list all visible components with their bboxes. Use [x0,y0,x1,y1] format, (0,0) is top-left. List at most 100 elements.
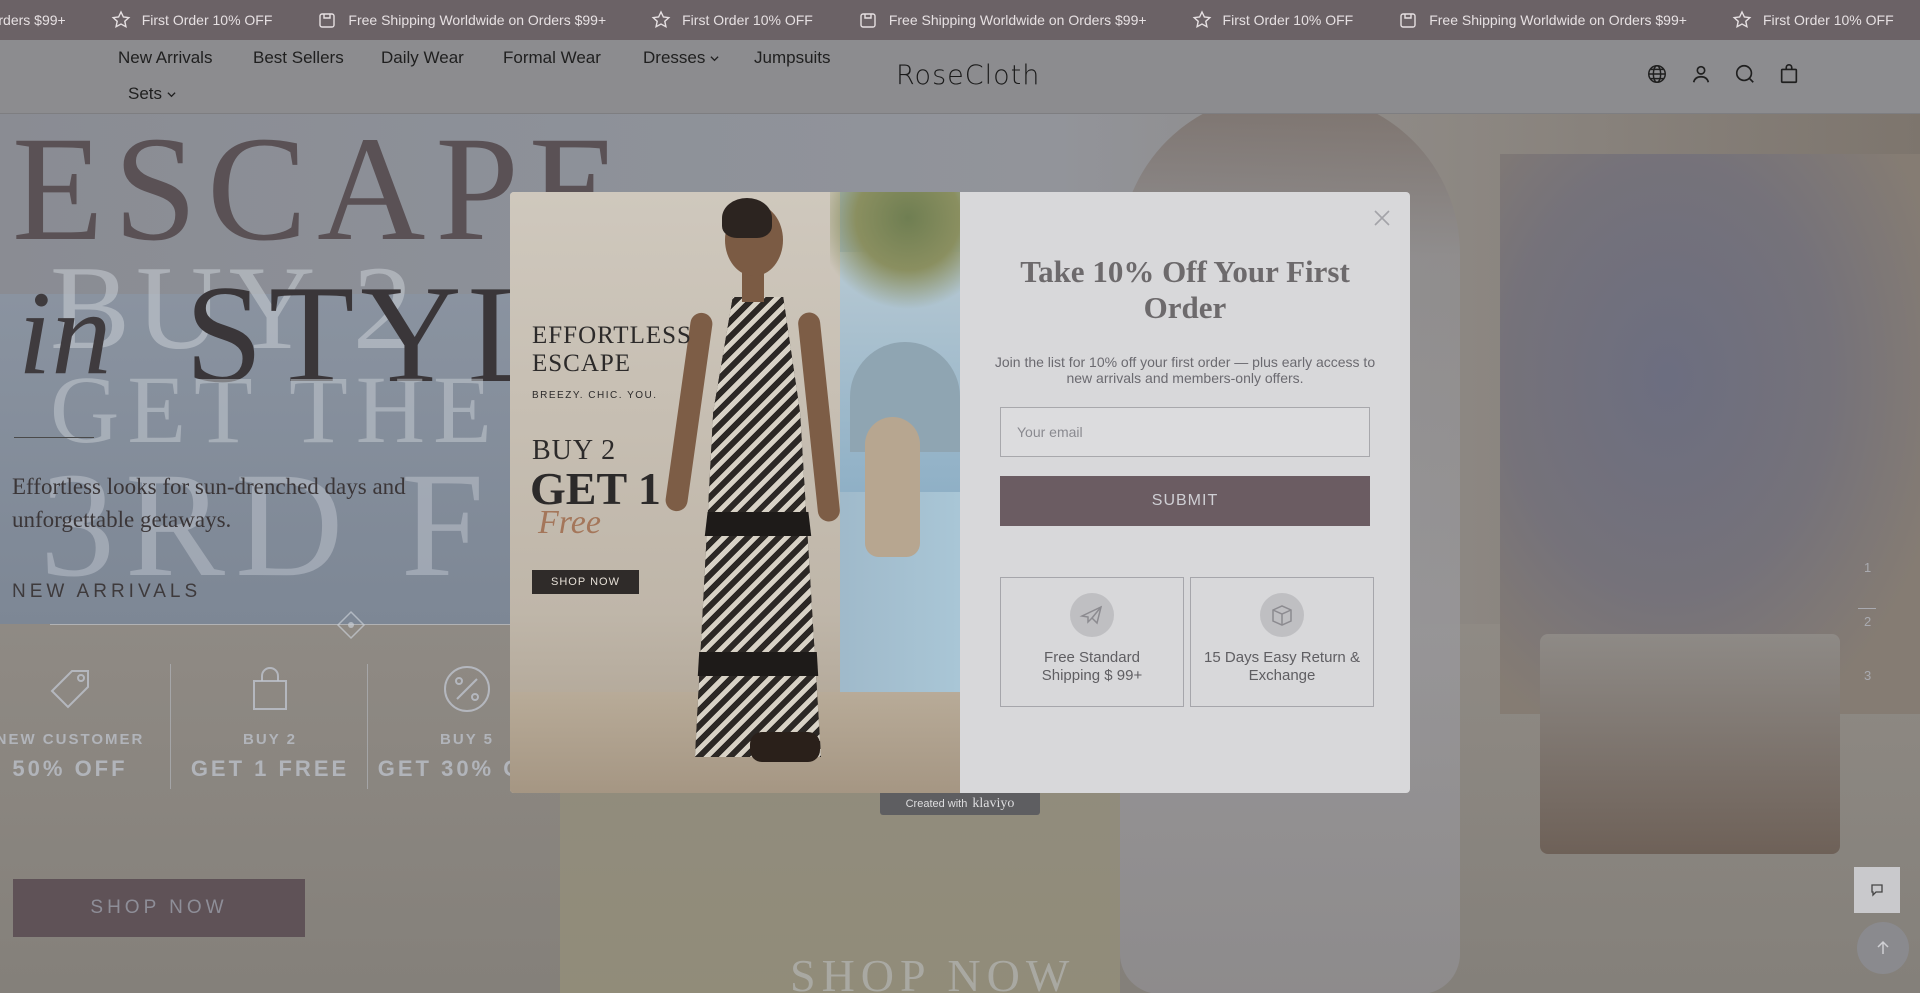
shopping-bag-icon [175,659,365,719]
nav-sets[interactable]: Sets [128,84,176,104]
hero-lounge-chair [1540,634,1840,854]
hero-shop-now-button[interactable]: SHOP NOW [13,879,305,937]
account-icon[interactable] [1689,62,1713,86]
nav-label: Daily Wear [381,48,464,67]
chevron-down-icon [167,91,176,97]
popup-image-tagline: BREEZY. CHIC. YOU. [532,390,658,401]
announcement-text: First Order 10% OFF [682,12,813,28]
announcement-item: First Order 10% OFF [1191,9,1398,31]
signup-popup: EFFORTLESS ESCAPE BREEZY. CHIC. YOU. BUY… [510,192,1410,793]
announcement-text: Free Shipping Worldwide on Orders $99+ [888,12,1147,28]
announcement-text: First Order 10% OFF [1222,12,1354,28]
popup-image-free: Free [538,504,601,541]
announcement-text: First Order 10% OFF [1762,12,1894,28]
header-icons [1645,62,1821,86]
site-header: New Arrivals Best Sellers Daily Wear For… [0,40,1920,114]
star-icon [650,9,672,31]
chat-bubble-icon [1871,884,1883,897]
close-icon[interactable] [1368,204,1396,232]
promo-new-customer: NEW CUSTOMER 50% OFF [0,659,165,782]
hero-shop-now-secondary: SHOP NOW [790,950,1076,993]
nav-daily-wear[interactable]: Daily Wear [381,48,464,68]
nav-label: Formal Wear [503,48,601,67]
box-icon [857,9,879,31]
promo-buy-2: BUY 2 GET 1 FREE [175,659,365,782]
nav-label: Best Sellers [253,48,344,67]
popup-image-shop-now-button[interactable]: SHOP NOW [532,570,639,594]
arrow-up-icon [1877,940,1889,954]
announcement-item: Free Shipping Worldwide on Orders $99+ [0,9,110,31]
back-to-top-button[interactable] [1857,922,1909,974]
hero-divider [50,624,520,625]
announcement-item: First Order 10% OFF [110,9,317,31]
hero-rocks [1500,154,1920,714]
announcement-item: Free Shipping Worldwide on Orders $99+ [1397,9,1731,31]
promo-line1: BUY 2 [243,731,297,748]
slide-dot-2[interactable]: 2 [1864,614,1871,668]
nav-dresses[interactable]: Dresses [643,48,719,68]
promo-line2: 50% OFF [12,756,128,781]
hero-new-arrivals-label: NEW ARRIVALS [12,581,202,602]
site-logo[interactable]: RoseCloth [896,60,1040,91]
slide-active-indicator [1858,608,1876,609]
star-icon [110,9,132,31]
announcement-track: Free Shipping Worldwide on Orders $99+ Fi… [0,0,1920,40]
nav-new-arrivals[interactable]: New Arrivals [118,48,212,68]
plane-icon [1070,593,1114,637]
popup-description: Join the list for 10% off your first ord… [994,354,1376,386]
popup-model-hair [722,198,772,238]
nav-best-sellers[interactable]: Best Sellers [253,48,344,68]
announcement-text: First Order 10% OFF [141,12,273,28]
slide-pagination: 1 2 3 [1864,560,1871,722]
package-icon [1260,593,1304,637]
popup-image-panel: EFFORTLESS ESCAPE BREEZY. CHIC. YOU. BUY… [510,192,960,793]
popup-model-feet [750,732,820,762]
nav-label: Dresses [643,48,706,67]
chat-button[interactable] [1854,867,1900,913]
announcement-text: Free Shipping Worldwide on Orders $99+ [348,12,607,28]
popup-form-panel: Take 10% Off Your First Order Join the l… [960,192,1410,793]
hero-rule [14,437,94,438]
box-icon [1397,9,1419,31]
promo-line2: GET 1 FREE [190,756,350,781]
nav-formal-wear[interactable]: Formal Wear [503,48,601,68]
star-icon [1191,9,1213,31]
nav-jumpsuits[interactable]: Jumpsuits [754,48,831,68]
email-input[interactable] [1000,407,1370,457]
promo-separator [367,664,368,789]
popup-vase [865,417,920,557]
credit-brand: klaviyo [972,796,1015,811]
feature-text: Free Standard Shipping $ 99+ [1041,649,1143,684]
promo-line1: NEW CUSTOMER [0,731,145,748]
hero-subtitle: Effortless looks for sun-drenched days a… [12,474,406,532]
announcement-text: Free Shipping Worldwide on Orders $99+ [1429,12,1687,28]
nav-label: New Arrivals [118,48,213,67]
globe-icon[interactable] [1645,62,1669,86]
submit-button[interactable]: SUBMIT [1000,476,1370,526]
popup-title: Take 10% Off Your First Order [1020,254,1350,325]
feature-easy-return: 15 Days Easy Return & Exchange [1190,577,1374,707]
klaviyo-credit[interactable]: Created with klaviyo [880,793,1040,815]
diamond-ornament-icon [336,610,366,640]
announcement-item: Free Shipping Worldwide on Orders $99+ [857,9,1191,31]
nav-label: Sets [128,84,163,103]
popup-image-title: EFFORTLESS ESCAPE [532,322,692,377]
popup-dress-band [704,512,812,536]
slide-dot-1[interactable]: 1 [1864,560,1871,614]
feature-free-shipping: Free Standard Shipping $ 99+ [1000,577,1184,707]
popup-dress-band [697,652,819,676]
announcement-text: Free Shipping Worldwide on Orders $99+ [0,12,66,28]
popup-model-neck [742,272,764,302]
bag-icon[interactable] [1777,62,1801,86]
box-icon [316,9,338,31]
nav-label: Jumpsuits [754,48,831,67]
announcement-item: Free Shipping Worldwide on Orders $99+ [316,9,650,31]
star-icon [1731,9,1753,31]
slide-dot-3[interactable]: 3 [1864,668,1871,722]
announcement-item: First Order 10% OFF [650,9,857,31]
credit-prefix: Created with [905,798,968,810]
search-icon[interactable] [1733,62,1757,86]
promo-separator [170,664,171,789]
announcement-item: First Order 10% OFF [1731,9,1920,31]
chevron-down-icon [710,55,719,61]
